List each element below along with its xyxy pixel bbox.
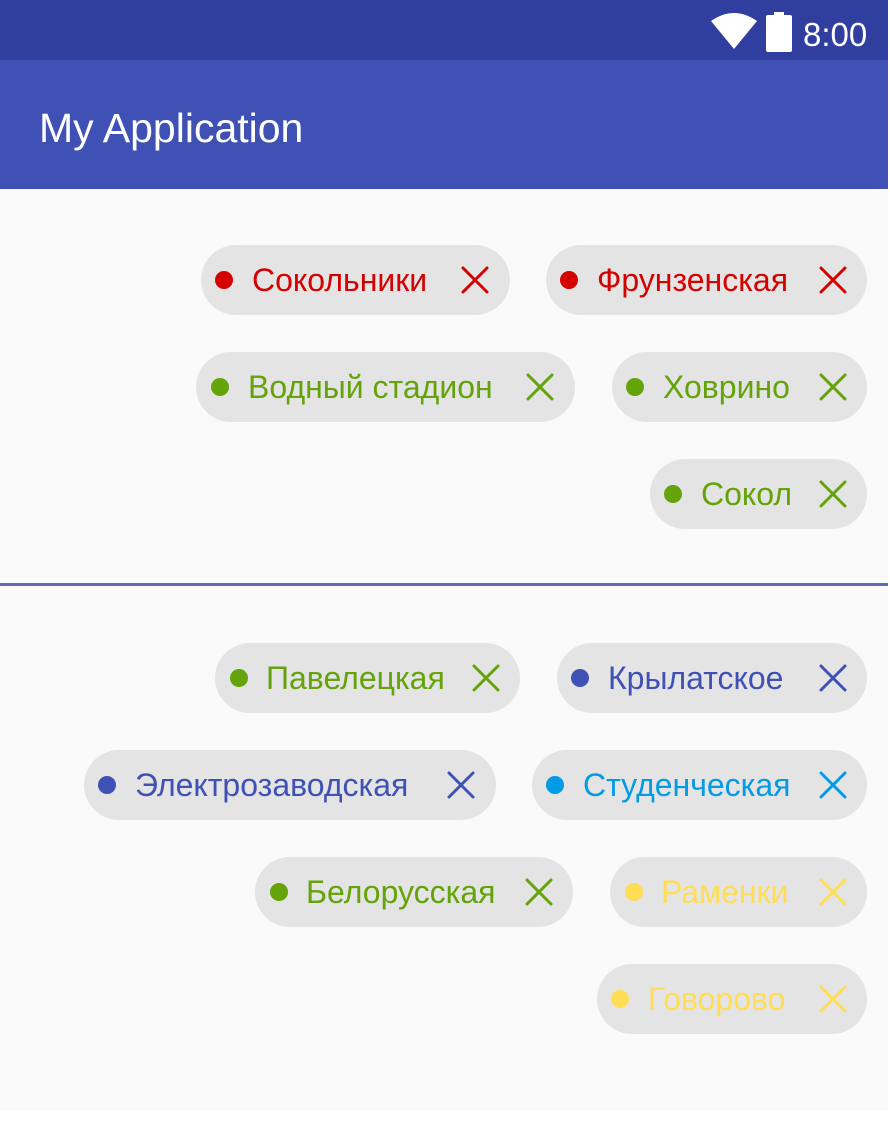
chip-label: Раменки <box>661 874 789 910</box>
app-title: My Application <box>39 105 304 151</box>
close-icon[interactable] <box>819 664 847 692</box>
chip-label: Сокольники <box>252 262 428 298</box>
status-time: 8:00 <box>803 16 868 53</box>
chip-label: Фрунзенская <box>597 262 789 298</box>
close-icon[interactable] <box>472 664 500 692</box>
close-icon[interactable] <box>819 480 847 508</box>
chip-label: Белорусская <box>306 874 496 910</box>
chip-label: Говорово <box>648 981 786 1017</box>
line-color-dot <box>625 883 643 901</box>
chip[interactable]: Крылатское <box>557 643 867 713</box>
chip-label: Сокол <box>701 476 793 512</box>
line-color-dot <box>230 669 248 687</box>
chip[interactable]: Белорусская <box>255 857 573 927</box>
line-color-dot <box>211 378 229 396</box>
close-icon[interactable] <box>526 373 554 401</box>
line-color-dot <box>664 485 682 503</box>
line-color-dot <box>98 776 116 794</box>
chip[interactable]: Студенческая <box>532 750 867 820</box>
chip-label: Крылатское <box>608 660 784 696</box>
close-icon[interactable] <box>525 878 553 906</box>
line-color-dot <box>215 271 233 289</box>
line-color-dot <box>611 990 629 1008</box>
line-color-dot <box>626 378 644 396</box>
close-icon[interactable] <box>819 266 847 294</box>
chip[interactable]: Фрунзенская <box>546 245 867 315</box>
close-icon[interactable] <box>819 878 847 906</box>
chip-label: Ховрино <box>663 369 790 405</box>
close-icon[interactable] <box>461 266 489 294</box>
status-bar: 8:00 <box>0 0 888 60</box>
chip[interactable]: Электрозаводская <box>84 750 496 820</box>
line-color-dot <box>270 883 288 901</box>
group-divider <box>0 583 888 586</box>
chip-label: Павелецкая <box>266 660 445 696</box>
chip[interactable]: Раменки <box>610 857 867 927</box>
line-color-dot <box>571 669 589 687</box>
app-screen: 8:00 My Application Сокольники Фрунзенск… <box>0 0 888 1110</box>
chip[interactable]: Сокол <box>650 459 867 529</box>
app-bar: My Application <box>0 60 888 189</box>
chip[interactable]: Ховрино <box>612 352 867 422</box>
close-icon[interactable] <box>819 373 847 401</box>
chip[interactable]: Говорово <box>597 964 867 1034</box>
chip-label: Электрозаводская <box>135 767 409 803</box>
battery-icon <box>766 12 792 52</box>
line-color-dot <box>560 271 578 289</box>
chip-label: Студенческая <box>583 767 791 803</box>
wifi-icon <box>711 13 757 49</box>
line-color-dot <box>546 776 564 794</box>
close-icon[interactable] <box>819 771 847 799</box>
chip[interactable]: Павелецкая <box>215 643 520 713</box>
close-icon[interactable] <box>447 771 475 799</box>
chip[interactable]: Сокольники <box>201 245 510 315</box>
chip[interactable]: Водный стадион <box>196 352 575 422</box>
chip-label: Водный стадион <box>248 369 493 405</box>
close-icon[interactable] <box>819 985 847 1013</box>
